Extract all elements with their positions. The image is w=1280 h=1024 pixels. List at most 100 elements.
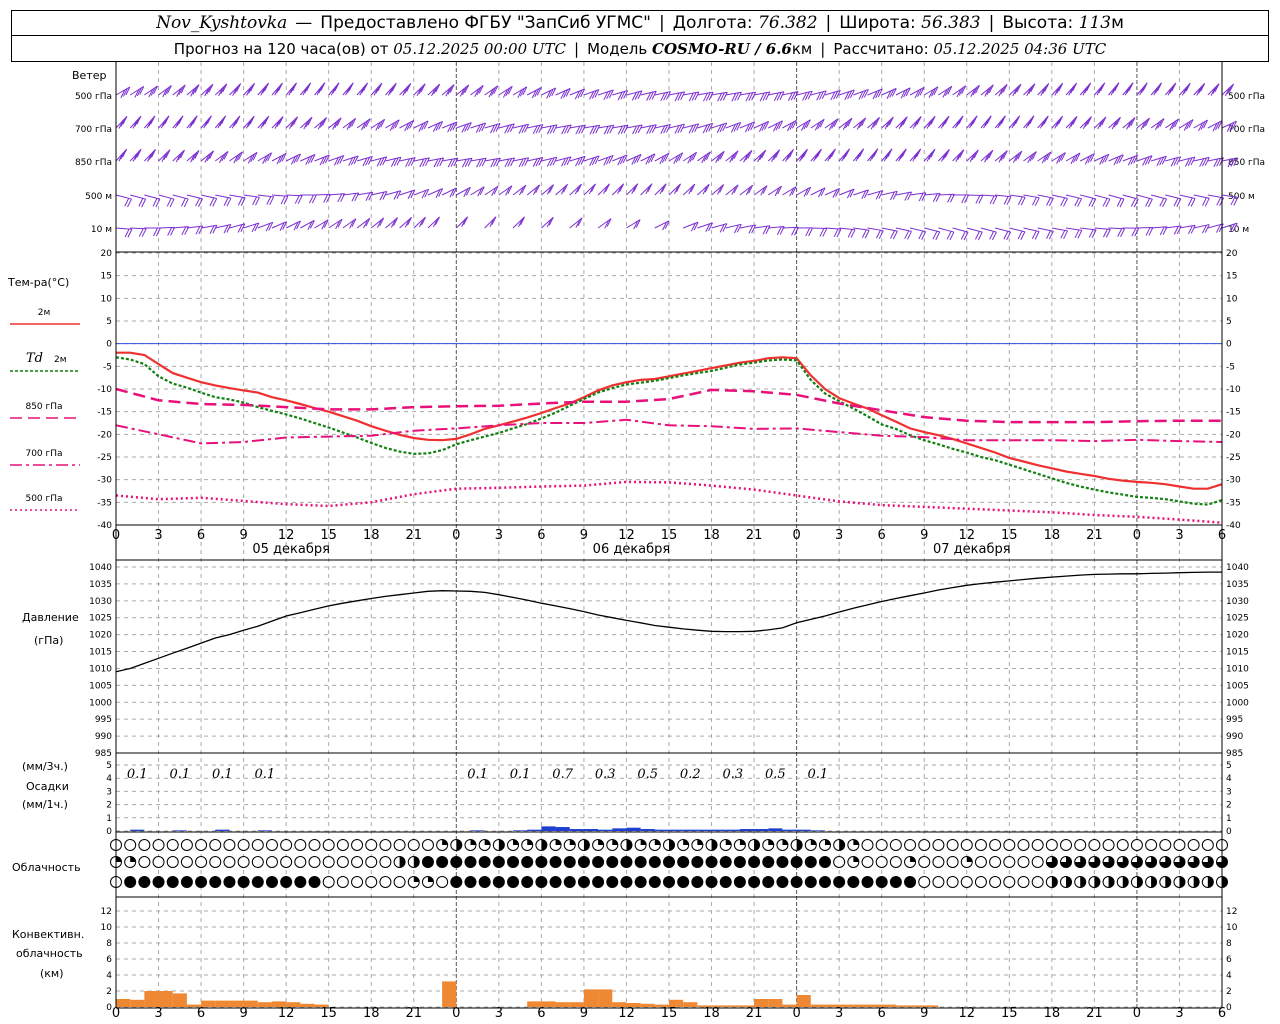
wind-barb-shaft <box>285 82 297 96</box>
cloud-cover-outline <box>251 839 264 851</box>
wind-barb-icon <box>1179 224 1196 235</box>
cloud-cover-icon <box>507 856 520 868</box>
wind-barb-shaft <box>924 193 941 196</box>
wind-barb-icon <box>626 153 642 165</box>
cloud-cover-fill <box>626 839 632 851</box>
cloud-cover-fill <box>1122 876 1129 888</box>
wind-barb-icon <box>1136 82 1148 96</box>
pressure-y-tick: 995 <box>95 715 112 725</box>
cloud-cover-outline <box>960 876 973 888</box>
cloud-cover-icon <box>563 856 576 868</box>
cloud-cover-icon <box>606 839 619 851</box>
cloud-cover-outline <box>946 856 959 868</box>
wind-barb-shaft <box>1023 194 1040 199</box>
x-tick-label: 3 <box>495 528 503 543</box>
wind-barb-icon <box>782 149 794 162</box>
x-tick-label: 9 <box>920 1006 928 1021</box>
x-tick-label: 6 <box>197 1006 205 1021</box>
cloud-cover-icon <box>733 839 746 851</box>
cloud-cover-outline <box>1187 839 1200 851</box>
cloud-cover-icon <box>138 876 151 888</box>
wind-barb-shaft <box>1023 227 1040 233</box>
cloud-cover-icon <box>180 856 193 868</box>
wind-barb-icon <box>527 124 544 135</box>
wind-barb-icon <box>512 184 527 196</box>
wind-barb-icon <box>1207 194 1225 207</box>
wind-barb-icon <box>739 91 757 102</box>
cloud-cover-outline <box>1017 876 1030 888</box>
cloud-cover-fill <box>427 876 434 882</box>
wind-barb-icon <box>895 227 912 240</box>
wind-barb-icon <box>271 221 288 231</box>
x-tick-label: 3 <box>495 1006 503 1021</box>
wind-barb-icon <box>1080 227 1097 239</box>
wind-barb-icon <box>697 122 714 134</box>
cloud-cover-icon <box>223 856 236 868</box>
convective-bar <box>300 1003 315 1007</box>
wind-barb-shaft <box>725 184 739 196</box>
cloud-cover-icon <box>932 876 945 888</box>
cloud-cover-fill <box>309 876 321 888</box>
precip-bar <box>555 827 570 831</box>
temp-y-tick: -20 <box>97 430 112 440</box>
cloud-cover-outline <box>1003 876 1016 888</box>
wind-level-label: 500 гПа <box>75 92 112 102</box>
wind-barb-shaft <box>626 90 643 96</box>
wind-barb-icon <box>342 218 357 229</box>
cloud-cover-icon <box>280 839 293 851</box>
cloud-cover-icon <box>180 839 193 851</box>
cloud-cover-outline <box>209 856 222 868</box>
precip-amount-label: 0.1 <box>127 767 148 782</box>
conv-y-tick: 2 <box>106 987 112 997</box>
cloud-cover-fill <box>612 839 618 845</box>
wind-barb-icon <box>413 120 429 132</box>
date-label: 07 декабря <box>933 542 1011 557</box>
wind-barb-shaft <box>739 91 756 96</box>
cloud-cover-fill <box>209 876 221 888</box>
convective-bar <box>725 1005 740 1007</box>
wind-title: Ветер <box>72 69 106 82</box>
cloud-cover-outline <box>265 856 278 868</box>
cloud-cover-fill <box>791 856 803 868</box>
wind-barb-icon <box>498 85 513 98</box>
cloud-cover-outline <box>989 839 1002 851</box>
cloud-cover-icon <box>492 856 505 868</box>
wind-barb-icon <box>867 190 884 200</box>
wind-barb-icon <box>938 193 955 203</box>
cloud-cover-icon <box>166 876 179 888</box>
conv-y-tick: 8 <box>106 939 112 949</box>
wind-barb-shaft <box>299 82 312 96</box>
cloud-cover-icon <box>308 839 321 851</box>
cloud-cover-fill <box>706 876 718 888</box>
cloud-cover-fill <box>442 839 448 845</box>
wind-barb-shaft <box>229 194 246 199</box>
cloud-cover-fill <box>754 839 760 851</box>
wind-barb-icon <box>527 157 544 167</box>
cloud-cover-outline <box>379 876 392 888</box>
x-tick-label: 9 <box>239 1006 247 1021</box>
precip-y-tick: 0 <box>106 827 112 837</box>
wind-barb-shaft <box>924 227 940 233</box>
wind-barb-shaft <box>895 148 907 162</box>
wind-barb-icon <box>654 152 670 165</box>
cloud-cover-fill <box>776 876 788 888</box>
wind-barb-icon <box>1037 194 1054 207</box>
wind-barb-icon <box>838 188 855 199</box>
x-tick-label: 6 <box>1218 1006 1226 1021</box>
cloud-cover-icon <box>918 856 931 868</box>
cloud-cover-icon <box>932 839 945 851</box>
precip-y-tick: 3 <box>1226 787 1232 797</box>
wind-barb-icon <box>612 124 629 135</box>
wind-barb-shaft <box>1094 227 1111 230</box>
wind-barb-shaft <box>782 226 799 229</box>
wind-barb-shaft <box>512 157 529 162</box>
wind-barb-icon <box>711 184 725 196</box>
wind-barb-icon <box>980 84 994 97</box>
wind-barb-icon <box>512 157 530 168</box>
wind-barb-icon <box>129 148 142 162</box>
wind-barb-icon <box>952 227 969 241</box>
wind-barb-icon <box>441 84 455 97</box>
precip-bar <box>683 829 698 831</box>
pressure-y-tick: 1015 <box>89 648 112 658</box>
pressure-y-tick: 1025 <box>1226 614 1249 624</box>
